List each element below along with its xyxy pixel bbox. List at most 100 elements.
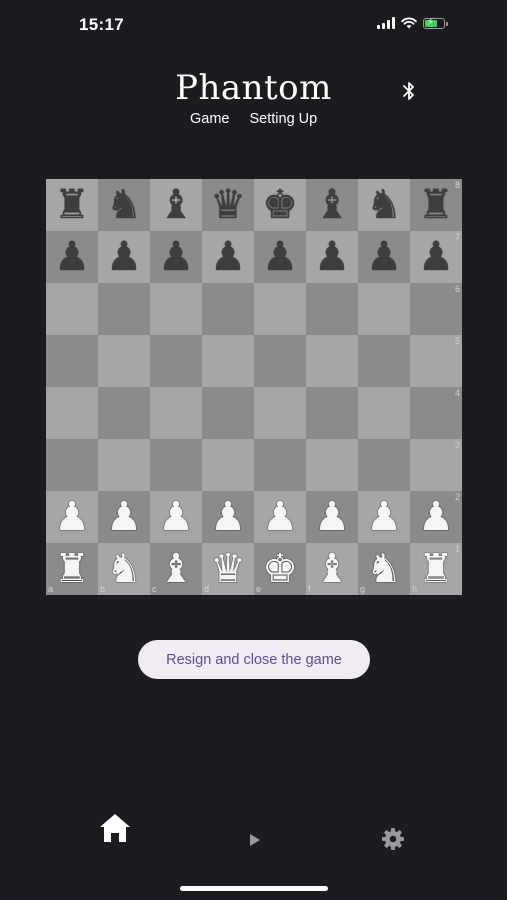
chess-board[interactable]: ♜ ♞ ♝ ♛ ♚ ♝ ♞ 8 ♜ ♟ ♟ ♟ ♟ ♟ ♟ ♟ 7 ♟ 6 5 4 3 ♟ ♟ ♟ ♟ ♟ ♟ ♟ 2 ♟ a ♜ b ♞ c ♝ d ♛ e… xyxy=(46,179,462,595)
white-knight-icon[interactable]: ♞ xyxy=(366,549,402,589)
square-g8[interactable]: ♞ xyxy=(358,179,410,231)
black-pawn-icon[interactable]: ♟ xyxy=(158,237,194,277)
black-rook-icon[interactable]: ♜ xyxy=(418,185,454,225)
white-knight-icon[interactable]: ♞ xyxy=(106,549,142,589)
square-e2[interactable]: ♟ xyxy=(254,491,306,543)
square-d3[interactable] xyxy=(202,439,254,491)
tab-game[interactable]: Game xyxy=(190,111,230,127)
square-h3[interactable]: 3 xyxy=(410,439,462,491)
square-g1[interactable]: g ♞ xyxy=(358,543,410,595)
white-king-icon[interactable]: ♚ xyxy=(262,549,298,589)
square-e1[interactable]: e ♚ xyxy=(254,543,306,595)
white-pawn-icon[interactable]: ♟ xyxy=(210,497,246,537)
black-bishop-icon[interactable]: ♝ xyxy=(158,185,194,225)
square-c3[interactable] xyxy=(150,439,202,491)
square-g5[interactable] xyxy=(358,335,410,387)
square-d8[interactable]: ♛ xyxy=(202,179,254,231)
square-b7[interactable]: ♟ xyxy=(98,231,150,283)
square-h7[interactable]: 7 ♟ xyxy=(410,231,462,283)
square-d1[interactable]: d ♛ xyxy=(202,543,254,595)
square-f2[interactable]: ♟ xyxy=(306,491,358,543)
square-c1[interactable]: c ♝ xyxy=(150,543,202,595)
black-knight-icon[interactable]: ♞ xyxy=(106,185,142,225)
square-f8[interactable]: ♝ xyxy=(306,179,358,231)
white-rook-icon[interactable]: ♜ xyxy=(54,549,90,589)
square-c8[interactable]: ♝ xyxy=(150,179,202,231)
black-pawn-icon[interactable]: ♟ xyxy=(418,237,454,277)
square-g6[interactable] xyxy=(358,283,410,335)
square-b3[interactable] xyxy=(98,439,150,491)
square-d7[interactable]: ♟ xyxy=(202,231,254,283)
square-h8[interactable]: 8 ♜ xyxy=(410,179,462,231)
square-e8[interactable]: ♚ xyxy=(254,179,306,231)
white-queen-icon[interactable]: ♛ xyxy=(210,549,246,589)
square-c6[interactable] xyxy=(150,283,202,335)
black-pawn-icon[interactable]: ♟ xyxy=(262,237,298,277)
square-b2[interactable]: ♟ xyxy=(98,491,150,543)
square-a2[interactable]: ♟ xyxy=(46,491,98,543)
white-pawn-icon[interactable]: ♟ xyxy=(106,497,142,537)
white-pawn-icon[interactable]: ♟ xyxy=(314,497,350,537)
square-c2[interactable]: ♟ xyxy=(150,491,202,543)
square-b4[interactable] xyxy=(98,387,150,439)
square-f6[interactable] xyxy=(306,283,358,335)
square-c4[interactable] xyxy=(150,387,202,439)
square-h6[interactable]: 6 xyxy=(410,283,462,335)
black-pawn-icon[interactable]: ♟ xyxy=(210,237,246,277)
white-pawn-icon[interactable]: ♟ xyxy=(54,497,90,537)
square-e7[interactable]: ♟ xyxy=(254,231,306,283)
black-knight-icon[interactable]: ♞ xyxy=(366,185,402,225)
square-g7[interactable]: ♟ xyxy=(358,231,410,283)
black-pawn-icon[interactable]: ♟ xyxy=(106,237,142,277)
square-e4[interactable] xyxy=(254,387,306,439)
square-b8[interactable]: ♞ xyxy=(98,179,150,231)
square-e6[interactable] xyxy=(254,283,306,335)
square-a6[interactable] xyxy=(46,283,98,335)
square-d6[interactable] xyxy=(202,283,254,335)
square-b1[interactable]: b ♞ xyxy=(98,543,150,595)
home-icon[interactable] xyxy=(98,812,132,844)
black-pawn-icon[interactable]: ♟ xyxy=(314,237,350,277)
white-pawn-icon[interactable]: ♟ xyxy=(158,497,194,537)
square-a8[interactable]: ♜ xyxy=(46,179,98,231)
square-d4[interactable] xyxy=(202,387,254,439)
gear-icon[interactable] xyxy=(381,827,405,851)
square-d2[interactable]: ♟ xyxy=(202,491,254,543)
square-g3[interactable] xyxy=(358,439,410,491)
square-a4[interactable] xyxy=(46,387,98,439)
square-b6[interactable] xyxy=(98,283,150,335)
square-c5[interactable] xyxy=(150,335,202,387)
square-a3[interactable] xyxy=(46,439,98,491)
square-f4[interactable] xyxy=(306,387,358,439)
square-h4[interactable]: 4 xyxy=(410,387,462,439)
square-a5[interactable] xyxy=(46,335,98,387)
black-pawn-icon[interactable]: ♟ xyxy=(366,237,402,277)
square-f1[interactable]: f ♝ xyxy=(306,543,358,595)
black-rook-icon[interactable]: ♜ xyxy=(54,185,90,225)
white-pawn-icon[interactable]: ♟ xyxy=(418,497,454,537)
bluetooth-icon[interactable] xyxy=(399,80,419,102)
black-pawn-icon[interactable]: ♟ xyxy=(54,237,90,277)
tab-setting-up[interactable]: Setting Up xyxy=(250,111,318,127)
white-pawn-icon[interactable]: ♟ xyxy=(366,497,402,537)
square-h2[interactable]: 2 ♟ xyxy=(410,491,462,543)
black-bishop-icon[interactable]: ♝ xyxy=(314,185,350,225)
white-bishop-icon[interactable]: ♝ xyxy=(314,549,350,589)
square-g2[interactable]: ♟ xyxy=(358,491,410,543)
square-b5[interactable] xyxy=(98,335,150,387)
resign-button[interactable]: Resign and close the game xyxy=(138,640,370,679)
black-queen-icon[interactable]: ♛ xyxy=(210,185,246,225)
square-d5[interactable] xyxy=(202,335,254,387)
square-a1[interactable]: a ♜ xyxy=(46,543,98,595)
square-c7[interactable]: ♟ xyxy=(150,231,202,283)
square-f5[interactable] xyxy=(306,335,358,387)
square-h1[interactable]: 1 h ♜ xyxy=(410,543,462,595)
square-f7[interactable]: ♟ xyxy=(306,231,358,283)
square-a7[interactable]: ♟ xyxy=(46,231,98,283)
square-e5[interactable] xyxy=(254,335,306,387)
white-rook-icon[interactable]: ♜ xyxy=(418,549,454,589)
square-f3[interactable] xyxy=(306,439,358,491)
white-bishop-icon[interactable]: ♝ xyxy=(158,549,194,589)
black-king-icon[interactable]: ♚ xyxy=(262,185,298,225)
play-icon[interactable] xyxy=(248,832,262,848)
